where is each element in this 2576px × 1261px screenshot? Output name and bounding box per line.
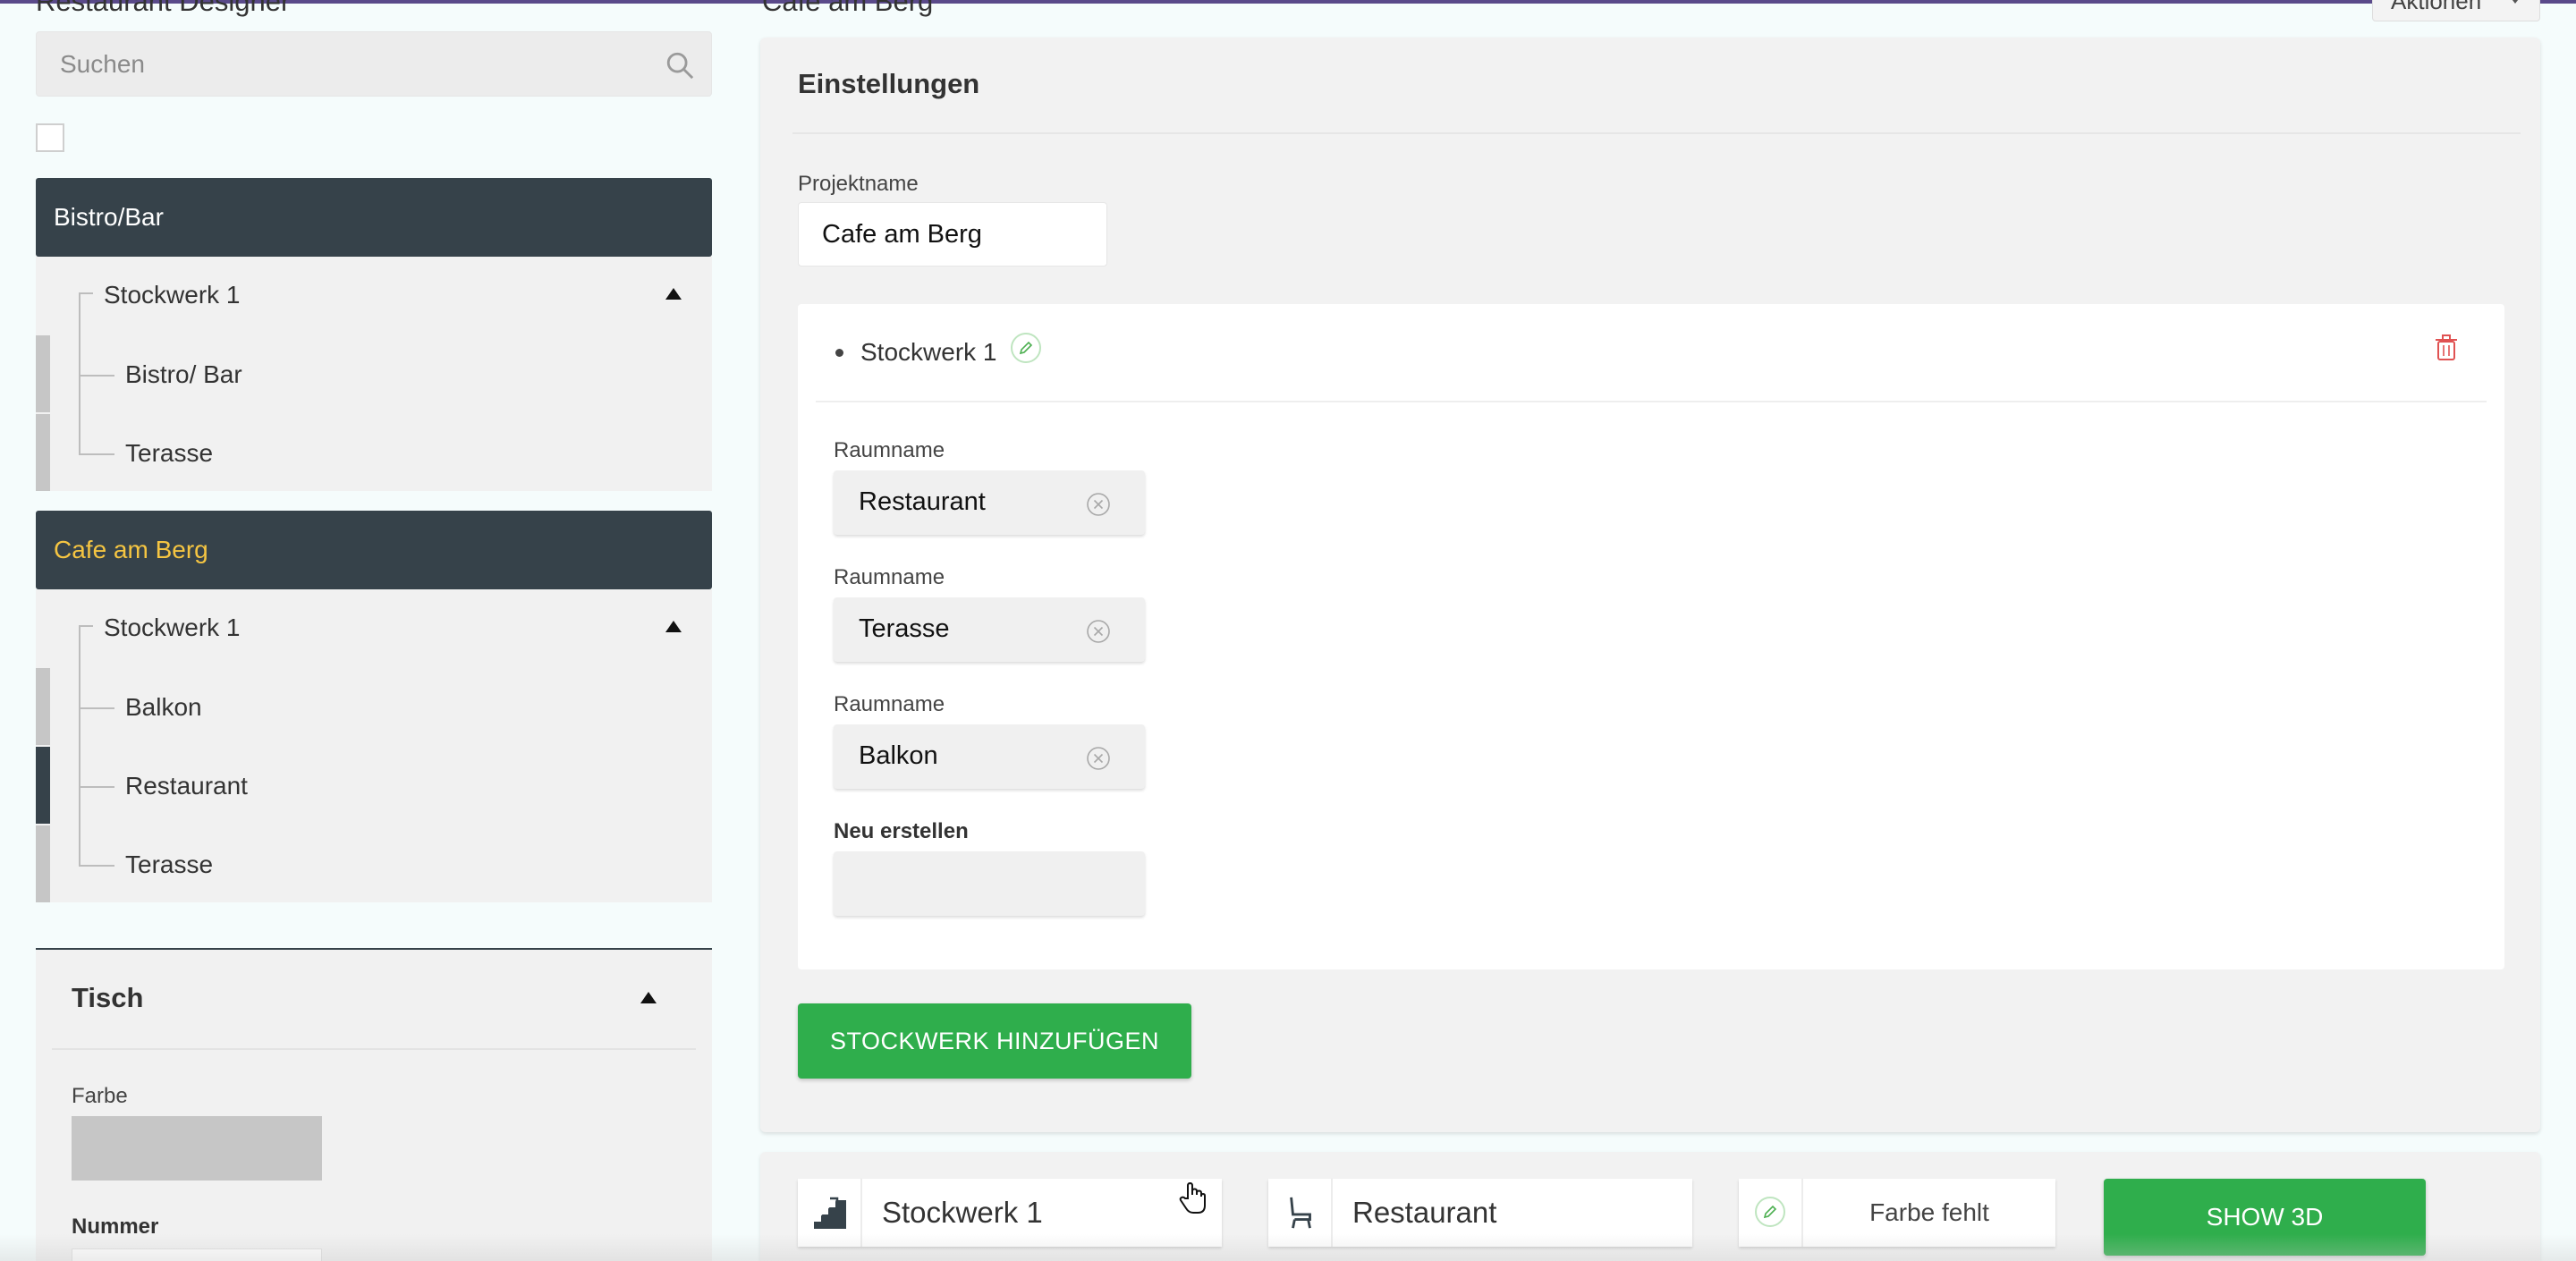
tree-room-item[interactable]: Bistro/ Bar [36,335,712,414]
app-title: Restaurant Designer [36,0,291,17]
collapse-caret-icon[interactable] [640,992,657,1003]
room-name-label: Raumname [834,692,945,716]
hand-cursor-icon [1179,1181,1206,1214]
table-properties-panel: Tisch Farbe Nummer [36,948,712,1261]
floor-selector[interactable]: Stockwerk 1 [798,1179,1222,1247]
room-selector[interactable]: Restaurant [1268,1179,1692,1247]
bottom-toolbar: Stockwerk 1 Restaurant Farbe fehlt SHOW … [760,1152,2540,1261]
actions-dropdown[interactable]: Aktionen [2372,0,2540,21]
bullet [835,349,843,357]
number-input[interactable] [72,1248,322,1261]
add-floor-button[interactable]: STOCKWERK HINZUFÜGEN [798,1003,1191,1079]
room-selector-value: Restaurant [1352,1196,1497,1229]
floor-name: Stockwerk 1 [860,338,997,366]
page-title: Cafe am Berg [762,0,934,17]
chair-icon [1290,1197,1311,1229]
search-icon[interactable] [665,50,695,80]
panel-title: Tisch [72,982,144,1013]
chevron-down-icon [2509,0,2521,4]
tree-room-label: Terasse [125,439,214,467]
collapse-caret-icon[interactable] [665,288,682,300]
floor-card: Stockwerk 1 Raumname Restaurant Raumname [798,304,2504,969]
room-color-indicator [36,668,50,745]
tree-line [79,625,93,627]
pencil-icon [1763,1205,1777,1219]
chair-icon-box [1268,1179,1333,1247]
tree-room-item[interactable]: Balkon [36,668,712,747]
tree-line [79,292,93,294]
color-status[interactable]: Farbe fehlt [1739,1179,2055,1247]
window-top-border [0,0,2576,4]
room-name-value: Balkon [859,741,938,770]
room-name-label: Raumname [834,565,945,589]
show-3d-button[interactable]: SHOW 3D [2104,1179,2426,1256]
edit-floor-button[interactable] [1011,333,1041,363]
collapse-caret-icon[interactable] [665,621,682,632]
clear-icon[interactable] [1086,492,1111,517]
divider [52,1048,696,1050]
project-header-cafe-am-berg[interactable]: Cafe am Berg [36,511,712,589]
stairs-icon-box [798,1179,862,1247]
color-status-text: Farbe fehlt [1869,1198,1989,1226]
tree-room-label: Restaurant [125,772,248,800]
project-name-input[interactable]: Cafe am Berg [798,202,1107,267]
room-name-input[interactable]: Balkon [834,724,1145,789]
divider [816,401,2487,402]
floor-selector-value: Stockwerk 1 [882,1196,1043,1229]
search-box[interactable] [36,31,712,97]
project-header-bistro-bar[interactable]: Bistro/Bar [36,178,712,257]
tree-line [79,865,114,867]
room-name-input[interactable]: Terasse [834,597,1145,662]
tree-room-label: Terasse [125,851,214,878]
settings-card: Einstellungen Projektname Cafe am Berg S… [760,38,2540,1132]
new-room-label: Neu erstellen [834,819,969,843]
search-input[interactable] [60,32,650,96]
color-label: Farbe [72,1084,128,1108]
tree-room-item-selected[interactable]: Restaurant [36,747,712,825]
tree-room-label: Bistro/ Bar [125,360,242,388]
divider [792,132,2521,134]
stairs-icon [814,1197,846,1229]
settings-title: Einstellungen [798,68,980,99]
room-color-indicator [36,747,50,824]
room-color-indicator [36,335,50,412]
trash-icon[interactable] [2435,334,2458,361]
number-label: Nummer [72,1214,159,1239]
project-tree-bistro-bar: Stockwerk 1 Bistro/ Bar Terasse [36,257,712,491]
clear-icon[interactable] [1086,619,1111,644]
clear-icon[interactable] [1086,746,1111,771]
tree-room-item[interactable]: Terasse [36,414,712,493]
edit-color-box[interactable] [1739,1179,1803,1247]
tree-line [79,786,114,788]
room-name-value: Restaurant [859,487,986,516]
color-swatch[interactable] [72,1116,322,1181]
room-color-indicator [36,825,50,902]
tree-floor-label[interactable]: Stockwerk 1 [104,614,241,642]
tree-room-label: Balkon [125,693,202,721]
project-tree-cafe-am-berg: Stockwerk 1 Balkon Restaurant Terasse [36,589,712,902]
new-room-input[interactable] [834,851,1145,916]
project-name-label: Projektname [798,172,919,196]
tree-floor-label[interactable]: Stockwerk 1 [104,281,241,309]
select-all-checkbox[interactable] [36,123,64,152]
tree-line [79,453,114,455]
room-name-label: Raumname [834,438,945,462]
edit-color-button[interactable] [1755,1197,1785,1227]
room-name-input[interactable]: Restaurant [834,470,1145,535]
tree-line [79,707,114,709]
actions-label: Aktionen [2391,0,2482,14]
tree-line [79,375,114,377]
room-color-indicator [36,414,50,491]
tree-room-item[interactable]: Terasse [36,825,712,904]
pencil-icon [1019,341,1033,355]
room-name-value: Terasse [859,614,950,643]
